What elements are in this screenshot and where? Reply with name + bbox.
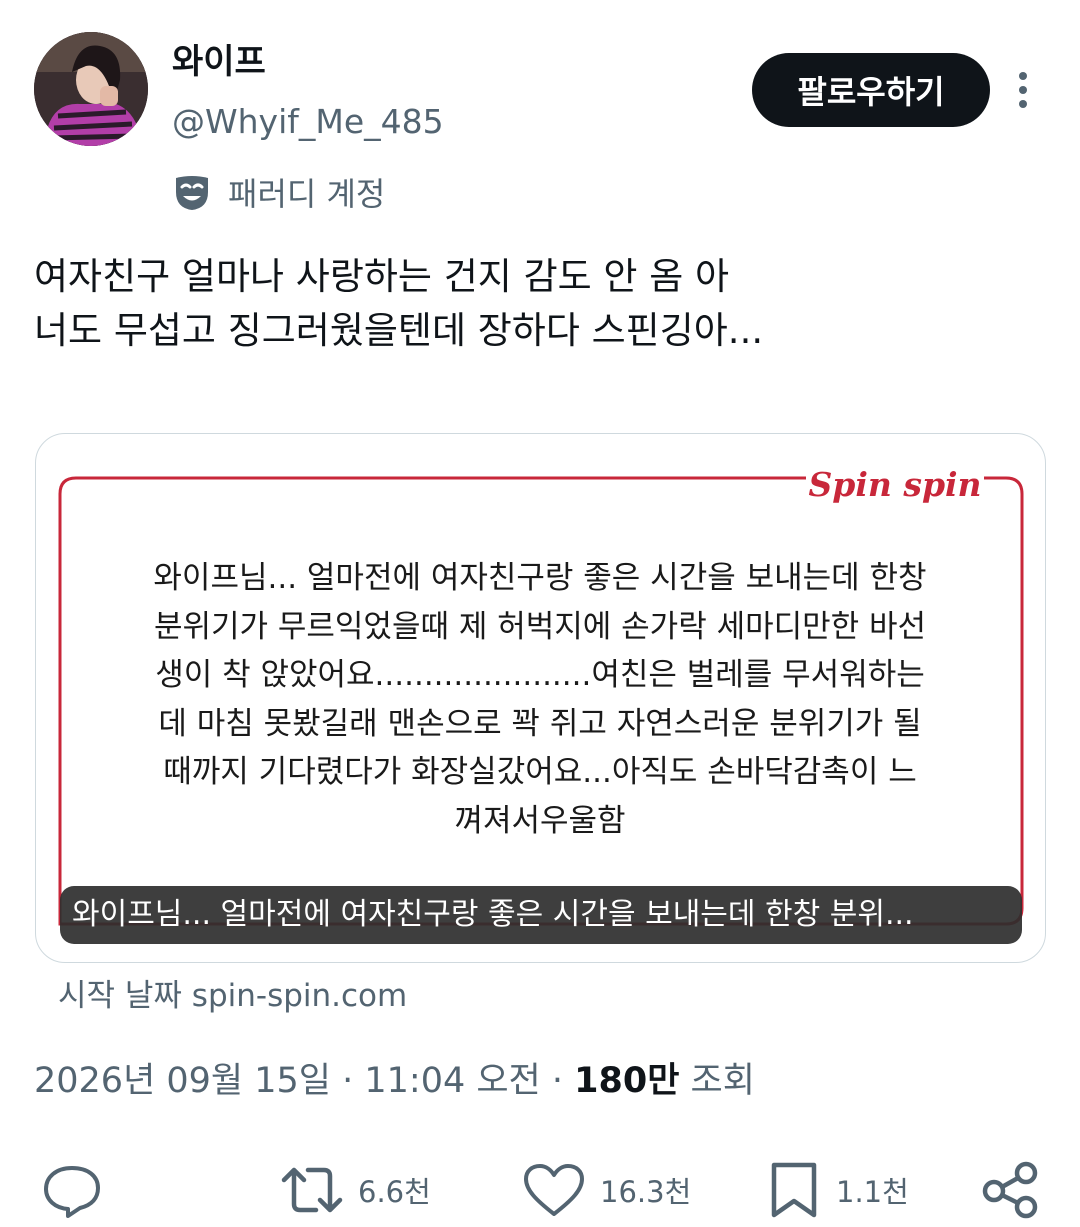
view-count: 180만 <box>574 1061 680 1101</box>
story-text: 와이프님... 얼마전에 여자친구랑 좋은 시간을 보내는데 한창 분위기가 무… <box>153 560 927 839</box>
bookmark-count: 1.1천 <box>836 1175 909 1209</box>
avatar[interactable] <box>34 32 148 146</box>
reply-icon <box>44 1166 100 1218</box>
retweet-icon <box>281 1167 343 1213</box>
tweet-text-line: 여자친구 얼마나 사랑하는 건지 감도 안 옴 아 <box>34 255 730 298</box>
more-vertical-icon[interactable] <box>1008 70 1038 110</box>
tweet-text: 여자친구 얼마나 사랑하는 건지 감도 안 옴 아 너도 무섭고 징그러웠을텐데… <box>34 250 1044 358</box>
media-card[interactable]: Spin spin 와이프님... 얼마전에 여자친구랑 좋은 시간을 보내는데… <box>35 433 1046 963</box>
follow-button[interactable]: 팔로우하기 <box>752 53 990 127</box>
retweet-count: 6.6천 <box>358 1175 431 1209</box>
avatar-image <box>34 32 148 146</box>
like-button[interactable]: 16.3천 <box>522 1160 691 1220</box>
display-name[interactable]: 와이프 <box>172 40 266 84</box>
tweet-meta: 2026년 09월 15일 · 11:04 오전 · 180만 조회 <box>34 1057 755 1105</box>
view-label: 조회 <box>679 1061 755 1101</box>
share-icon <box>982 1161 1038 1219</box>
timestamp[interactable]: 2026년 09월 15일 · 11:04 오전 · <box>34 1061 574 1101</box>
like-count: 16.3천 <box>600 1175 692 1209</box>
card-source[interactable]: 시작 날짜 spin-spin.com <box>58 974 407 1018</box>
parody-account-badge: 패러디 계정 <box>172 172 385 216</box>
share-button[interactable] <box>980 1160 1040 1220</box>
like-icon <box>524 1164 584 1216</box>
user-handle[interactable]: @Whyif_Me_485 <box>172 100 444 144</box>
bookmark-icon <box>771 1162 817 1218</box>
brand-logo: Spin spin <box>806 456 984 514</box>
parody-label: 패러디 계정 <box>228 175 386 213</box>
retweet-button[interactable]: 6.6천 <box>280 1160 431 1220</box>
tweet-text-line: 너도 무섭고 징그러웠을텐데 장하다 스핀깅아... <box>34 309 764 352</box>
image-caption: 와이프님... 얼마전에 여자친구랑 좋은 시간을 보내는데 한창 분위... <box>60 886 1022 944</box>
action-bar: 6.6천 16.3천 1.1천 <box>0 1160 1080 1220</box>
parody-mask-icon <box>172 172 212 216</box>
reply-button[interactable] <box>42 1160 102 1220</box>
bookmark-button[interactable]: 1.1천 <box>766 1160 909 1220</box>
